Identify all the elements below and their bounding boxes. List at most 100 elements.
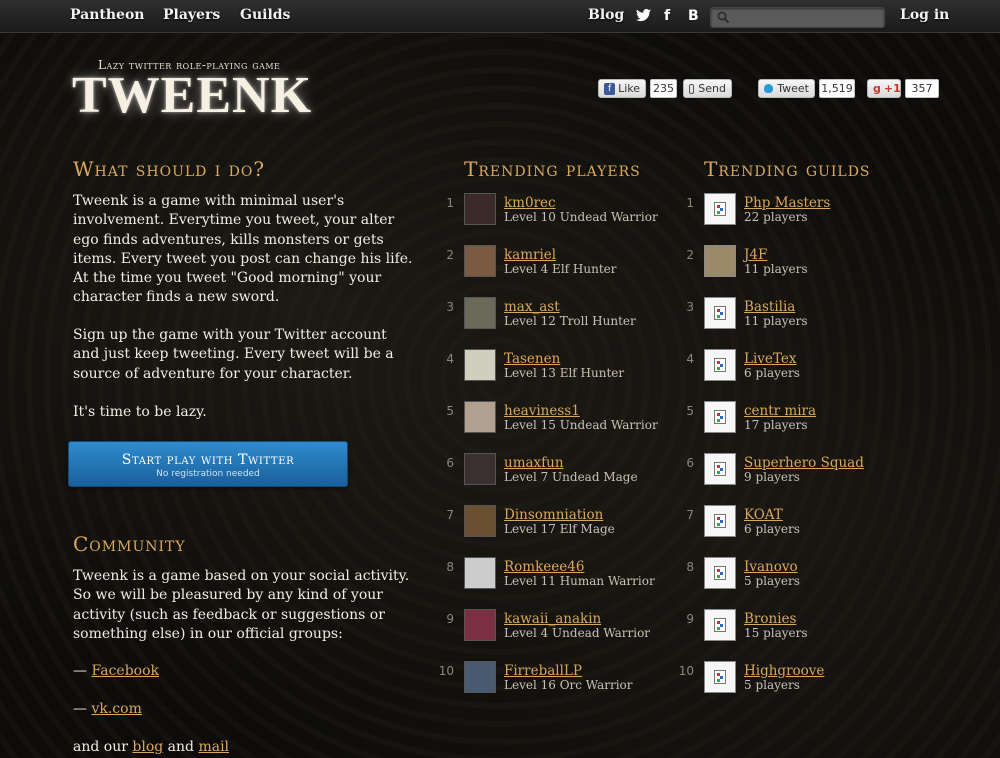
player-avatar[interactable] xyxy=(464,349,496,381)
mail-link[interactable]: mail xyxy=(198,739,229,755)
guild-name-link[interactable]: Bronies xyxy=(744,611,796,627)
player-name-link[interactable]: heaviness1 xyxy=(504,403,580,419)
vk-group-link[interactable]: vk.com xyxy=(91,701,141,717)
like-count: 235 xyxy=(650,79,677,98)
player-avatar[interactable] xyxy=(464,557,496,589)
player-avatar[interactable] xyxy=(464,453,496,485)
nav-login[interactable]: Log in xyxy=(900,7,949,23)
nav-blog[interactable]: Blog xyxy=(588,7,624,23)
nav-players[interactable]: Players xyxy=(163,7,220,23)
guild-row: 8 Ivanovo 5 players xyxy=(680,557,930,597)
guild-name-link[interactable]: J4F xyxy=(744,247,767,263)
facebook-send-button[interactable]: Send xyxy=(683,79,732,98)
guild-member-count: 15 players xyxy=(744,626,808,640)
player-avatar[interactable] xyxy=(464,245,496,277)
intro-paragraph-1: Tweenk is a game with minimal user's inv… xyxy=(73,193,413,306)
facebook-like-button[interactable]: f Like xyxy=(598,79,646,98)
player-level-class: Level 15 Undead Warrior xyxy=(504,418,658,432)
rank-number: 1 xyxy=(446,196,454,210)
tweet-count: 1,519 xyxy=(819,79,855,98)
player-row: 4 Tasenen Level 13 Elf Hunter xyxy=(440,349,690,389)
rank-number: 10 xyxy=(438,664,454,678)
guild-name-link[interactable]: Bastilia xyxy=(744,299,795,315)
guild-broken-image-icon[interactable] xyxy=(704,453,736,485)
guild-broken-image-icon[interactable] xyxy=(704,505,736,537)
blog-mail-line: and our blog and mail xyxy=(73,738,413,757)
search-input[interactable] xyxy=(733,9,881,26)
guild-broken-image-icon[interactable] xyxy=(704,661,736,693)
tweet-button[interactable]: Tweet xyxy=(758,79,815,98)
rank-number: 6 xyxy=(446,456,454,470)
guild-member-count: 5 players xyxy=(744,574,800,588)
google-plus-count: 357 xyxy=(905,79,939,98)
rank-number: 3 xyxy=(686,300,694,314)
vk-icon[interactable]: B xyxy=(688,8,699,24)
rank-number: 3 xyxy=(446,300,454,314)
guild-row: 5 centr mira 17 players xyxy=(680,401,930,441)
guild-member-count: 5 players xyxy=(744,678,800,692)
community-heading: Community xyxy=(73,532,186,556)
guild-name-link[interactable]: centr mira xyxy=(744,403,816,419)
twitter-icon[interactable] xyxy=(636,9,651,26)
dash: — xyxy=(73,701,87,717)
player-row: 6 umaxfun Level 7 Undead Mage xyxy=(440,453,690,493)
player-row: 1 km0rec Level 10 Undead Warrior xyxy=(440,193,690,233)
guild-member-count: 11 players xyxy=(744,314,808,328)
rank-number: 5 xyxy=(446,404,454,418)
player-avatar[interactable] xyxy=(464,505,496,537)
player-avatar[interactable] xyxy=(464,661,496,693)
intro-paragraph-3: It's time to be lazy. xyxy=(73,404,207,420)
player-avatar[interactable] xyxy=(464,609,496,641)
guild-name-link[interactable]: Superhero Squad xyxy=(744,455,864,471)
player-avatar[interactable] xyxy=(464,401,496,433)
rank-number: 1 xyxy=(686,196,694,210)
guild-broken-image-icon[interactable] xyxy=(704,557,736,589)
player-level-class: Level 10 Undead Warrior xyxy=(504,210,658,224)
guild-twitter-avatar[interactable] xyxy=(704,245,736,277)
google-plus-button[interactable]: g +1 xyxy=(867,79,901,98)
guild-row: 10 Highgroove 5 players xyxy=(679,661,930,701)
guild-broken-image-icon[interactable] xyxy=(704,193,736,225)
top-nav-bar: Pantheon Players Guilds Blog f B Log in xyxy=(0,0,1000,33)
player-name-link[interactable]: Tasenen xyxy=(504,351,560,367)
nav-pantheon[interactable]: Pantheon xyxy=(70,7,144,23)
guild-name-link[interactable]: Php Masters xyxy=(744,195,830,211)
player-avatar[interactable] xyxy=(464,193,496,225)
guild-row: 1 Php Masters 22 players xyxy=(680,193,930,233)
guild-row: 2 J4F 11 players xyxy=(680,245,930,285)
player-name-link[interactable]: max_ast xyxy=(504,299,560,315)
guild-name-link[interactable]: LiveTex xyxy=(744,351,796,367)
trending-players-heading: Trending players xyxy=(464,157,641,181)
guild-row: 6 Superhero Squad 9 players xyxy=(680,453,930,493)
guild-broken-image-icon[interactable] xyxy=(704,349,736,381)
blog-link[interactable]: blog xyxy=(132,739,163,755)
player-name-link[interactable]: umaxfun xyxy=(504,455,564,471)
guild-row: 4 LiveTex 6 players xyxy=(680,349,930,389)
player-avatar[interactable] xyxy=(464,297,496,329)
player-name-link[interactable]: kamriel xyxy=(504,247,556,263)
guild-broken-image-icon[interactable] xyxy=(704,609,736,641)
player-name-link[interactable]: km0rec xyxy=(504,195,556,211)
player-name-link[interactable]: FirreballLP xyxy=(504,663,582,679)
guild-broken-image-icon[interactable] xyxy=(704,297,736,329)
player-row: 10 FirreballLP Level 16 Orc Warrior xyxy=(439,661,690,701)
site-logo[interactable]: TWEENK xyxy=(72,66,312,125)
facebook-icon[interactable]: f xyxy=(664,8,670,24)
rank-number: 8 xyxy=(686,560,694,574)
player-name-link[interactable]: Romkeee46 xyxy=(504,559,584,575)
guild-name-link[interactable]: KOAT xyxy=(744,507,783,523)
rank-number: 5 xyxy=(686,404,694,418)
start-play-twitter-button[interactable]: Start play with Twitter No registration … xyxy=(68,441,348,487)
nav-guilds[interactable]: Guilds xyxy=(240,7,290,23)
player-name-link[interactable]: Dinsomniation xyxy=(504,507,603,523)
guild-row: 3 Bastilia 11 players xyxy=(680,297,930,337)
cta-sublabel: No registration needed xyxy=(156,469,260,479)
search-field[interactable] xyxy=(710,7,885,28)
guild-name-link[interactable]: Highgroove xyxy=(744,663,824,679)
trending-guilds-heading: Trending guilds xyxy=(704,157,871,181)
intro-paragraph-2: Sign up the game with your Twitter accou… xyxy=(73,327,394,382)
guild-name-link[interactable]: Ivanovo xyxy=(744,559,798,575)
player-name-link[interactable]: kawaii_anakin xyxy=(504,611,601,627)
guild-broken-image-icon[interactable] xyxy=(704,401,736,433)
facebook-group-link[interactable]: Facebook xyxy=(91,663,159,679)
